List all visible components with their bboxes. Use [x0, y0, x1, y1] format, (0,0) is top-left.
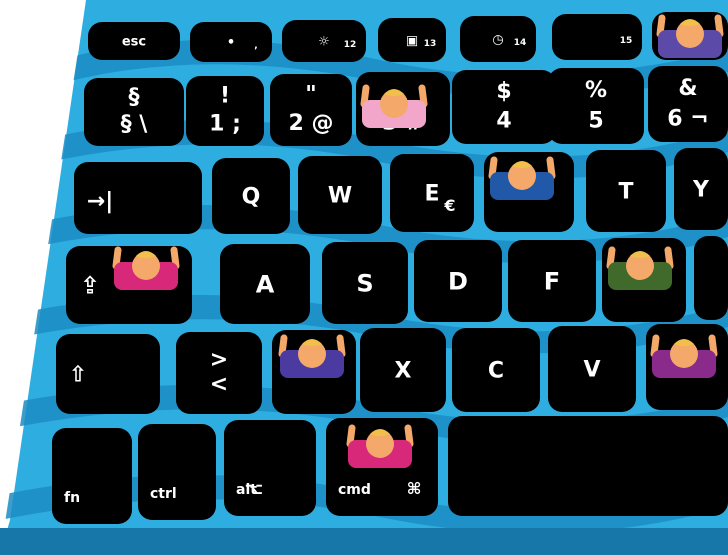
- key-legend-primary: X: [395, 359, 412, 384]
- key-c[interactable]: C: [452, 328, 540, 412]
- key-legend-primary: ⇧: [69, 363, 87, 388]
- key-legend-primary: %: [585, 78, 607, 103]
- key-legend-secondary: 4: [496, 109, 511, 134]
- key-y[interactable]: Y: [674, 148, 728, 230]
- key-space[interactable]: [448, 416, 728, 516]
- key-legend-primary: E: [424, 182, 439, 207]
- key-x[interactable]: X: [360, 328, 446, 412]
- key-s[interactable]: S: [322, 242, 408, 324]
- key-legend-primary: >: [210, 347, 228, 372]
- key-legend-primary: §: [129, 85, 140, 110]
- key-f3[interactable]: ▣ 13: [378, 18, 446, 62]
- key-w[interactable]: W: [298, 156, 382, 234]
- key-t[interactable]: T: [586, 150, 666, 232]
- key-f5[interactable]: 15: [552, 14, 642, 60]
- key-legend-primary: D: [448, 267, 468, 295]
- key-4[interactable]: $4: [452, 70, 556, 144]
- key-legend-primary: V: [583, 358, 600, 383]
- key-legend-secondary: ,: [254, 41, 257, 51]
- key-6[interactable]: & 6 ¬: [648, 66, 728, 142]
- key-f[interactable]: F: [508, 240, 596, 322]
- key-legend-primary: T: [618, 180, 633, 205]
- key-cap: [138, 424, 216, 520]
- key-legend-primary: W: [328, 184, 352, 209]
- key-legend-secondary: 15: [620, 36, 633, 46]
- key-legend-secondary: 1 ;: [209, 112, 241, 137]
- key-legend-secondary: § \: [121, 112, 149, 137]
- key-legend-secondary: ⌘: [407, 479, 422, 498]
- key-legend-primary: ☼: [318, 35, 330, 50]
- key-f4[interactable]: ◷ 14: [460, 16, 536, 62]
- key-esc[interactable]: esc: [88, 22, 180, 60]
- key-legend-secondary: ⌥: [245, 479, 263, 498]
- key-legend-primary: ": [305, 82, 316, 107]
- key-v[interactable]: V: [548, 326, 636, 412]
- key-legend-secondary: <: [210, 372, 228, 397]
- key-h[interactable]: [694, 236, 728, 320]
- key-legend-primary: S: [356, 269, 373, 297]
- key-legend-primary: !: [220, 84, 230, 109]
- key-legend-primary: →|: [87, 189, 113, 214]
- key-ctrl[interactable]: ctrl: [138, 424, 216, 520]
- key-legend-secondary: 5: [588, 108, 603, 133]
- key-legend-primary: ctrl: [150, 486, 177, 502]
- key-cap: [694, 236, 728, 320]
- key-shift[interactable]: ⇧: [56, 334, 160, 414]
- key-q[interactable]: Q: [212, 158, 290, 234]
- key-cap: [52, 428, 132, 524]
- key-angle[interactable]: ><: [176, 332, 262, 414]
- key-legend-secondary: 12: [344, 40, 357, 50]
- key-legend-primary: ◷: [492, 33, 503, 48]
- key-1[interactable]: ! 1 ;: [186, 76, 264, 146]
- key-legend-primary: &: [678, 76, 697, 101]
- key-a[interactable]: A: [220, 244, 310, 324]
- key-section[interactable]: §§ \: [84, 78, 184, 146]
- key-tab[interactable]: →|: [74, 162, 202, 234]
- key-legend-primary: Q: [242, 185, 261, 210]
- key-fn[interactable]: fn: [52, 428, 132, 524]
- key-legend-primary: F: [544, 267, 560, 295]
- key-legend-secondary: 14: [514, 38, 527, 48]
- key-legend-secondary: 6 ¬: [667, 106, 708, 131]
- key-legend-primary: Y: [692, 178, 710, 203]
- key-cap: [224, 420, 316, 516]
- key-5[interactable]: %5: [548, 68, 644, 144]
- key-legend-primary: cmd: [338, 482, 371, 498]
- key-cap: [448, 416, 728, 516]
- key-alt[interactable]: alt⌥: [224, 420, 316, 516]
- keyboard-illustration: esc•,☼12▣13◷1415§§ \!1 ;"2 @3 #$4%5&6 ¬→…: [0, 0, 728, 555]
- modifier-row: fn ctrl alt⌥ cmd ⌘: [52, 416, 728, 524]
- key-legend-primary: esc: [122, 35, 146, 50]
- key-e[interactable]: E €: [390, 154, 474, 232]
- key-legend-secondary: 2 @: [289, 111, 334, 136]
- key-legend-primary: ⇪: [80, 271, 100, 299]
- key-f1[interactable]: •,: [190, 22, 272, 62]
- key-legend-primary: A: [256, 270, 275, 298]
- key-legend-primary: C: [488, 359, 504, 384]
- key-2[interactable]: " 2 @: [270, 74, 352, 146]
- key-legend-primary: fn: [64, 490, 80, 506]
- key-f2[interactable]: ☼ 12: [282, 20, 366, 62]
- key-legend-primary: ▣: [406, 34, 418, 49]
- key-legend-primary: •: [227, 36, 235, 51]
- key-legend-secondary: 13: [424, 39, 437, 49]
- key-legend-primary: $: [496, 79, 511, 104]
- key-legend-secondary: €: [443, 196, 455, 215]
- key-d[interactable]: D: [414, 240, 502, 322]
